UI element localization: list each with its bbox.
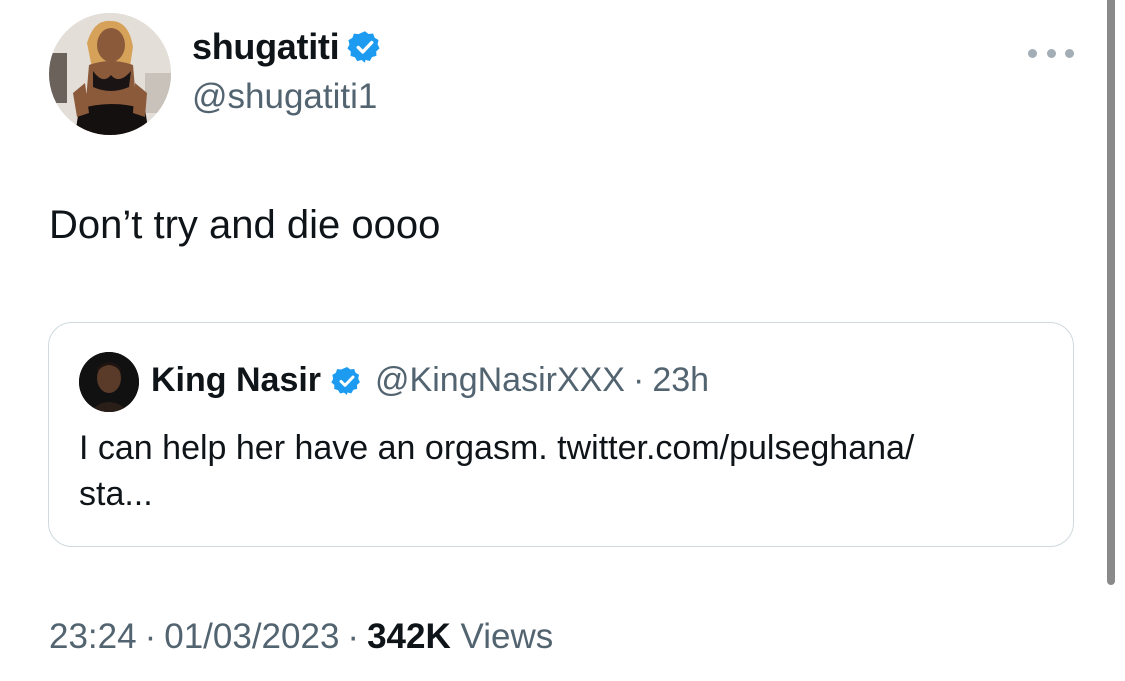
meta-separator: · — [144, 617, 157, 656]
quoted-tweet-card[interactable]: King Nasir @KingNasirXXX · 23h I can hel… — [48, 322, 1074, 547]
tweet-date[interactable]: 01/03/2023 — [164, 617, 339, 656]
author-avatar-image — [49, 13, 171, 135]
quoted-tweet-header: King Nasir @KingNasirXXX · 23h — [151, 361, 709, 400]
more-options-icon[interactable] — [1028, 40, 1074, 66]
tweet-text: Don’t try and die oooo — [49, 203, 441, 247]
scrollbar[interactable] — [1107, 0, 1115, 585]
quoted-verified-badge-icon — [331, 365, 363, 397]
views-label: Views — [460, 617, 554, 656]
quoted-author-handle[interactable]: @KingNasirXXX — [375, 361, 625, 400]
quoted-tweet-text: I can help her have an orgasm. twitter.c… — [79, 429, 915, 513]
verified-badge-icon — [347, 29, 383, 65]
author-display-name-row[interactable]: shugatiti — [192, 26, 383, 68]
more-dot — [1046, 48, 1056, 58]
author-handle[interactable]: @shugatiti1 — [192, 77, 377, 117]
meta-separator: · — [347, 617, 360, 656]
quoted-author-avatar[interactable] — [79, 352, 139, 412]
author-display-name[interactable]: shugatiti — [192, 26, 340, 68]
quoted-tweet-time[interactable]: 23h — [652, 361, 709, 400]
views-count: 342K — [367, 617, 451, 656]
tweet-meta: 23:24 · 01/03/2023 · 342K Views — [49, 617, 553, 657]
more-dot — [1028, 48, 1037, 58]
quoted-separator: · — [632, 361, 645, 399]
quoted-author-avatar-image — [79, 352, 139, 412]
author-avatar[interactable] — [49, 13, 171, 135]
quoted-author-display-name[interactable]: King Nasir — [151, 361, 321, 400]
tweet-time[interactable]: 23:24 — [49, 617, 137, 656]
more-dot — [1065, 48, 1074, 58]
